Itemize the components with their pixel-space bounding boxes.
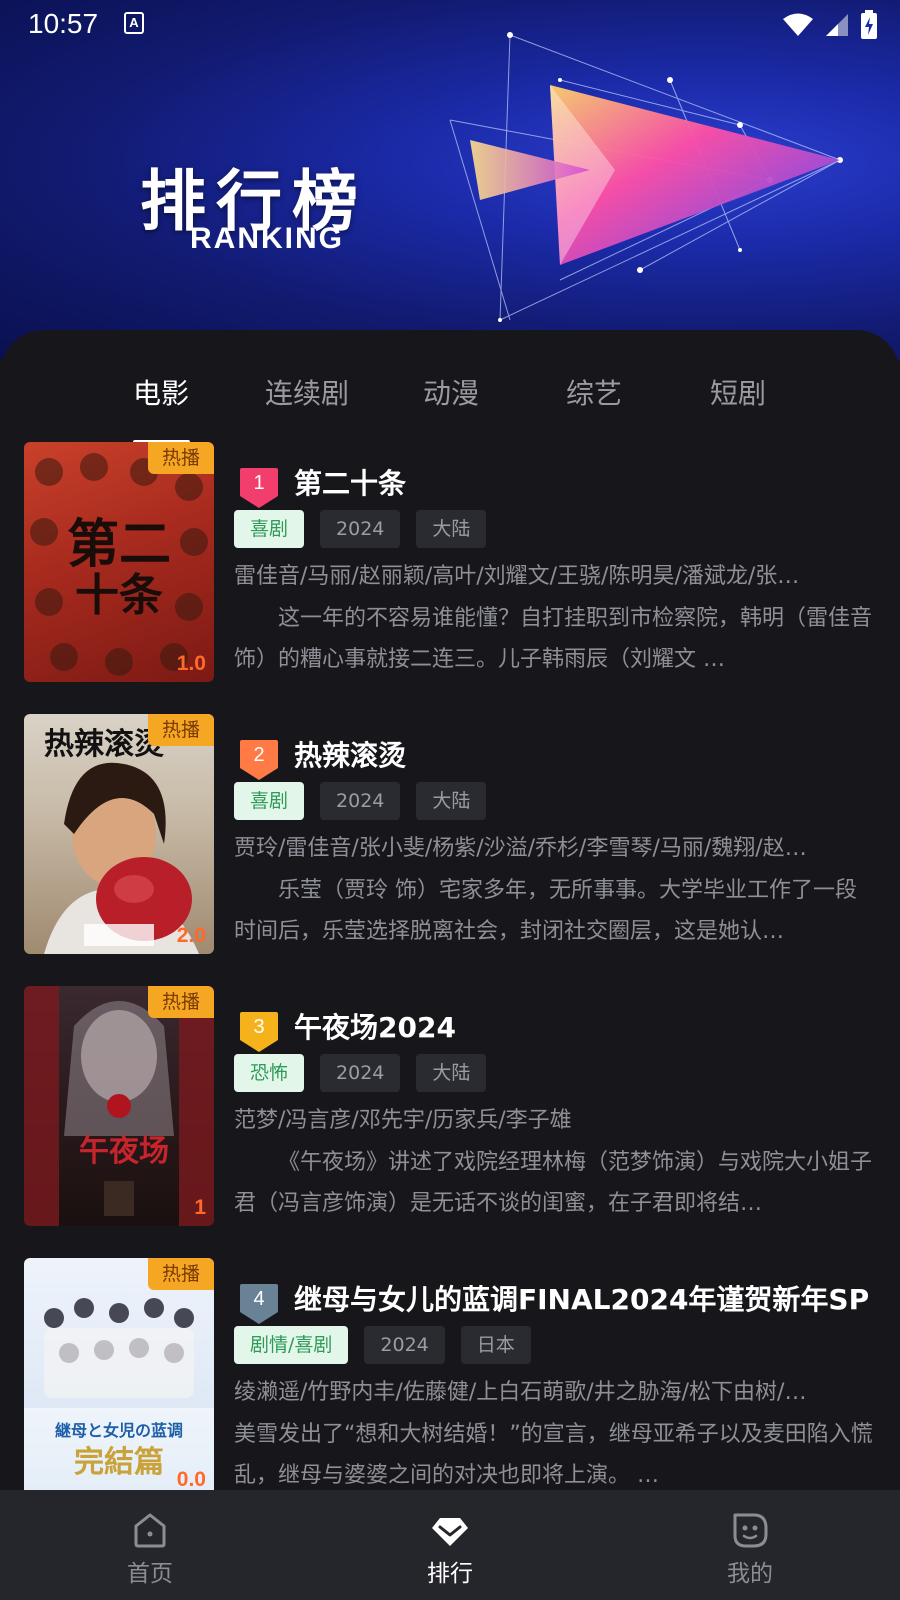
movie-title[interactable]: 第二十条 xyxy=(294,462,406,502)
nav-profile-label: 我的 xyxy=(727,1561,773,1587)
hot-badge: 热播 xyxy=(148,1258,214,1290)
year-tag: 2024 xyxy=(320,510,401,548)
rank-badge: 4 xyxy=(240,1284,278,1324)
year-tag: 2024 xyxy=(320,1054,401,1092)
rank-number: 4 xyxy=(253,1288,265,1310)
battery-icon xyxy=(861,10,877,39)
score: 1.0 xyxy=(176,652,206,675)
list-item[interactable]: 热辣滚烫 热播 2.0 2 热辣滚烫 喜剧 2024 大陆 贾玲/雷佳音/张小斐… xyxy=(24,714,876,954)
rank-number: 3 xyxy=(253,1016,265,1038)
hot-badge: 热播 xyxy=(148,442,214,474)
region-tag: 大陆 xyxy=(416,510,487,548)
score: 2.0 xyxy=(176,924,206,947)
rank-badge: 2 xyxy=(240,740,278,780)
poster-art: 午夜场 xyxy=(24,986,214,1226)
synopsis: 乐莹（贾玲 饰）宅家多年，无所事事。大学毕业工作了一段时间后，乐莹选择脱离社会，… xyxy=(234,878,857,944)
rank-badge: 1 xyxy=(240,468,278,508)
ranking-banner: 排行榜 RANKING xyxy=(0,0,900,360)
cast-list: 范梦/冯言彦/邓先宇/历家兵/李子雄 xyxy=(234,1108,572,1133)
signal-icon xyxy=(826,14,848,36)
svg-text:第二: 第二 xyxy=(67,515,171,575)
nav-ranking-label: 排行 xyxy=(427,1561,473,1587)
tab-short-drama[interactable]: 短剧 xyxy=(710,372,766,412)
tag-list: 喜剧 2024 大陆 xyxy=(234,510,487,548)
poster-art: 热辣滚烫 xyxy=(44,727,199,954)
svg-text:完結篇: 完結篇 xyxy=(74,1445,164,1480)
hot-badge: 热播 xyxy=(148,714,214,746)
svg-text:热辣滚烫: 热辣滚烫 xyxy=(44,727,164,762)
region-tag: 大陆 xyxy=(416,1054,487,1092)
poster-art: 継母と女児の蓝调 完結篇 xyxy=(24,1298,214,1498)
movie-title[interactable]: 午夜场2024 xyxy=(294,1006,456,1046)
tab-variety[interactable]: 综艺 xyxy=(566,372,622,412)
status-bar: 10:57 A xyxy=(0,0,900,50)
movie-title[interactable]: 继母与女儿的蓝调FINAL2024年谨贺新年SP xyxy=(294,1278,869,1318)
year-tag: 2024 xyxy=(364,1326,445,1364)
synopsis: 美雪发出了“想和大树结婚！”的宣言，继母亚希子以及麦田陷入慌乱，继母与婆婆之间的… xyxy=(234,1422,873,1488)
svg-text:十条: 十条 xyxy=(75,570,163,621)
paper-plane-art xyxy=(449,32,843,322)
nav-home-label: 首页 xyxy=(127,1561,173,1587)
poster[interactable]: 第二 十条 热播 1.0 xyxy=(24,442,214,682)
diamond-icon xyxy=(432,1518,468,1546)
poster[interactable]: 午夜场 热播 1 xyxy=(24,986,214,1226)
tag-list: 剧情/喜剧 2024 日本 xyxy=(234,1326,531,1364)
poster[interactable]: 継母と女児の蓝调 完結篇 热播 0.0 xyxy=(24,1258,214,1498)
svg-text:午夜场: 午夜场 xyxy=(79,1134,169,1169)
region-tag: 大陆 xyxy=(416,782,487,820)
year-tag: 2024 xyxy=(320,782,401,820)
synopsis: 这一年的不容易谁能懂？自打挂职到市检察院，韩明（雷佳音 饰）的糟心事就接二连三。… xyxy=(234,606,873,672)
nav-ranking[interactable]: 排行 xyxy=(360,1490,540,1600)
list-item[interactable]: 継母と女児の蓝调 完結篇 热播 0.0 4 继母与女儿的蓝调FINAL2024年… xyxy=(24,1258,876,1498)
rank-number: 1 xyxy=(253,472,265,494)
synopsis: 《午夜场》讲述了戏院经理林梅（范梦饰演）与戏院大小姐子君（冯言彦饰演）是无话不谈… xyxy=(234,1150,873,1216)
home-icon xyxy=(134,1513,166,1548)
score: 0.0 xyxy=(176,1468,206,1491)
score: 1 xyxy=(194,1196,206,1219)
tab-series[interactable]: 连续剧 xyxy=(265,372,349,412)
poster-art: 第二 十条 xyxy=(30,453,208,676)
nav-home[interactable]: 首页 xyxy=(60,1490,240,1600)
tab-anime[interactable]: 动漫 xyxy=(423,372,479,412)
genre-tag: 剧情/喜剧 xyxy=(234,1326,349,1364)
genre-tag: 恐怖 xyxy=(234,1054,305,1092)
genre-tag: 喜剧 xyxy=(234,510,305,548)
list-item[interactable]: 午夜场 热播 1 3 午夜场2024 恐怖 2024 大陆 范梦/冯言彦/邓先宇… xyxy=(24,986,876,1226)
list-item[interactable]: 第二 十条 热播 1.0 1 第二十条 喜剧 2024 大陆 雷佳音/马丽/赵丽… xyxy=(24,442,876,682)
region-tag: 日本 xyxy=(460,1326,531,1364)
movie-title[interactable]: 热辣滚烫 xyxy=(294,734,406,774)
nav-profile[interactable]: 我的 xyxy=(660,1490,840,1600)
genre-tag: 喜剧 xyxy=(234,782,305,820)
cast-list: 绫濑遥/竹野内丰/佐藤健/上白石萌歌/井之胁海/松下由树/… xyxy=(234,1380,807,1405)
page-subtitle: RANKING xyxy=(190,222,344,255)
keyboard-notification-icon: A xyxy=(124,12,144,34)
ranking-panel: 电影 连续剧 动漫 综艺 短剧 第二 十条 热播 1.0 1 第二十条 喜剧 2… xyxy=(0,330,900,1498)
rank-badge: 3 xyxy=(240,1012,278,1052)
poster[interactable]: 热辣滚烫 热播 2.0 xyxy=(24,714,214,954)
profile-icon xyxy=(733,1513,768,1548)
cast-list: 雷佳音/马丽/赵丽颖/高叶/刘耀文/王骁/陈明昊/潘斌龙/张… xyxy=(234,564,800,589)
svg-text:継母と女児の蓝调: 継母と女児の蓝调 xyxy=(55,1421,183,1440)
hot-badge: 热播 xyxy=(148,986,214,1018)
rank-number: 2 xyxy=(253,744,265,766)
tab-movie[interactable]: 电影 xyxy=(133,372,189,412)
tag-list: 恐怖 2024 大陆 xyxy=(234,1054,487,1092)
category-tabs: 电影 连续剧 动漫 综艺 短剧 xyxy=(0,352,900,445)
cast-list: 贾玲/雷佳音/张小斐/杨紫/沙溢/乔杉/李雪琴/马丽/魏翔/赵… xyxy=(234,836,807,861)
tag-list: 喜剧 2024 大陆 xyxy=(234,782,487,820)
wifi-icon xyxy=(783,13,813,36)
bottom-navigation: 首页 排行 我的 xyxy=(0,1490,900,1600)
status-time: 10:57 xyxy=(28,8,99,39)
